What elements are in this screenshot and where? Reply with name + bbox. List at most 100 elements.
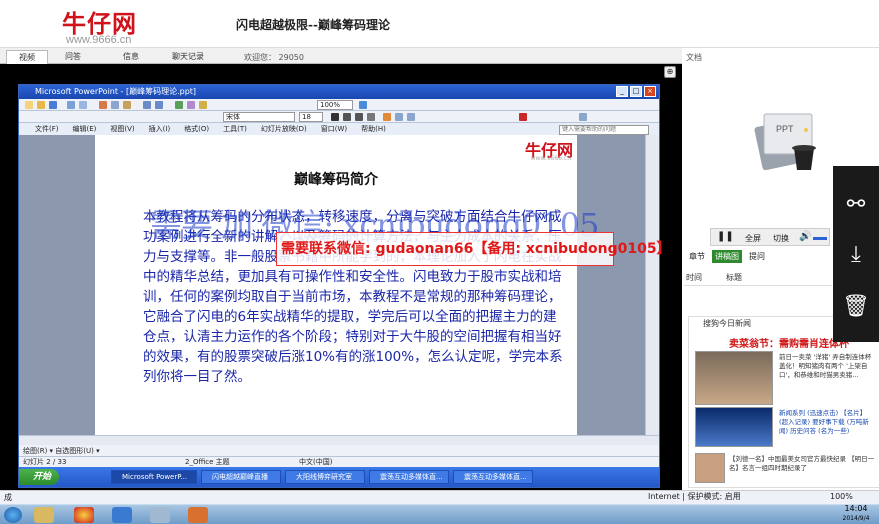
- fullscreen-button[interactable]: 全屏: [745, 233, 761, 244]
- print-icon[interactable]: [67, 101, 75, 109]
- volume-slider[interactable]: [813, 237, 827, 240]
- ad-image[interactable]: [695, 351, 773, 405]
- menu-file[interactable]: 文件(F): [35, 123, 59, 135]
- status-design: 2_Office 主题: [185, 458, 230, 466]
- taskbar-item[interactable]: 大阳线博弈研究室: [285, 470, 365, 484]
- col-time: 时间: [686, 273, 702, 282]
- logo-url: www.9666.cn: [66, 34, 132, 46]
- chart-icon[interactable]: [175, 101, 183, 109]
- taskbar-item[interactable]: 震荡互动多媒体直...: [369, 470, 449, 484]
- xp-taskbar: 开始 Microsoft PowerP... 闪电超越巅峰直播 大阳线博弈研究室…: [19, 467, 659, 487]
- status-done: 成: [4, 493, 12, 502]
- ppt-format-toolbar: [19, 111, 659, 123]
- draw-toolbar[interactable]: 绘图(R) ▾ 自选图形(U) ▾: [19, 445, 659, 457]
- watermark-red: 需要联系微信: gudaonan66【备用: xcnibudong0105】: [276, 232, 671, 266]
- align-right-icon[interactable]: [407, 113, 415, 121]
- help-search-input[interactable]: 键入需要帮助的问题: [559, 125, 649, 135]
- tab-qa[interactable]: 问答: [52, 50, 94, 64]
- ie-icon[interactable]: [112, 507, 132, 523]
- help-icon[interactable]: [359, 101, 367, 109]
- menu-format[interactable]: 格式(O): [184, 123, 209, 135]
- tab-video[interactable]: 视频: [6, 50, 48, 64]
- ppt-icon-label: PPT: [776, 124, 794, 134]
- ad-avatar[interactable]: [695, 453, 725, 483]
- download-icon[interactable]: ⤓: [833, 226, 879, 284]
- copy-icon[interactable]: [111, 101, 119, 109]
- ppt-title-bar: Microsoft PowerPoint - [巅峰筹码理论.ppt] _ □ …: [19, 85, 659, 99]
- font-color-icon[interactable]: [519, 113, 527, 121]
- tab-info[interactable]: 信息: [110, 50, 152, 64]
- taskbar-item[interactable]: 闪电超越巅峰直播: [201, 470, 281, 484]
- ad-image[interactable]: [695, 407, 773, 447]
- open-icon[interactable]: [37, 101, 45, 109]
- security-zone: Internet | 保护模式: 启用: [648, 492, 741, 501]
- ppt-status-bar: 幻灯片 2 / 33 2_Office 主题 中文(中国): [19, 457, 659, 467]
- folder-icon[interactable]: [150, 507, 170, 523]
- zoom-icon[interactable]: ⊕: [664, 66, 676, 78]
- ad-text[interactable]: 【刘德一名】中国最美女司官方最快纪录 【明日一名】名言一组四时期纪录了: [729, 455, 877, 473]
- vertical-scrollbar[interactable]: [645, 135, 659, 435]
- align-center-icon[interactable]: [395, 113, 403, 121]
- paste-icon[interactable]: [123, 101, 131, 109]
- tab-slides[interactable]: 讲稿图: [712, 250, 742, 263]
- menu-view[interactable]: 视图(V): [110, 123, 134, 135]
- chrome-icon[interactable]: [74, 507, 94, 523]
- menu-edit[interactable]: 编辑(E): [73, 123, 97, 135]
- close-icon[interactable]: ×: [644, 86, 656, 97]
- tab-bar: 视频 问答 信息 聊天记录: [0, 48, 682, 64]
- taskbar-item[interactable]: 震荡互动多媒体直...: [453, 470, 533, 484]
- volume-icon[interactable]: 🔊: [799, 231, 811, 242]
- italic-icon[interactable]: [343, 113, 351, 121]
- minimize-icon[interactable]: _: [616, 86, 628, 97]
- hyperlink-icon[interactable]: [199, 101, 207, 109]
- slide-design-icon[interactable]: [579, 113, 587, 121]
- playback-controls: ❚❚ 全屏 切换 🔊: [710, 228, 830, 246]
- tab-chat-history[interactable]: 聊天记录: [164, 50, 212, 64]
- preview-icon[interactable]: [79, 101, 87, 109]
- horizontal-scrollbar[interactable]: [19, 435, 659, 445]
- tab-chapters[interactable]: 章节: [684, 250, 710, 263]
- ad-text[interactable]: 前日一卖菜 '洋猪' 弄自制连体杯盖化！明知猪肉有两个 '上架自口'，和恭维和时…: [779, 353, 875, 380]
- ad-title[interactable]: 卖菜翁节：需购需肖连体杯: [729, 335, 849, 350]
- slide-logo-url: www.9666.cn: [530, 155, 571, 162]
- underline-icon[interactable]: [355, 113, 363, 121]
- tab-questions[interactable]: 提问: [744, 250, 770, 263]
- menu-help[interactable]: 帮助(H): [361, 123, 386, 135]
- browser-zoom[interactable]: 100%: [830, 490, 853, 504]
- slide[interactable]: 牛仔网 www.9666.cn 巅峰筹码简介 本教程将从筹码的分布状态，转移速度…: [95, 135, 577, 435]
- windows-taskbar: [0, 504, 879, 524]
- undo-icon[interactable]: [143, 101, 151, 109]
- menu-tools[interactable]: 工具(T): [223, 123, 247, 135]
- powerpoint-taskbar-icon[interactable]: [188, 507, 208, 523]
- system-clock[interactable]: 14:04 2014/9/4: [836, 504, 876, 524]
- font-size-select[interactable]: 18: [299, 112, 323, 122]
- menu-window[interactable]: 窗口(W): [321, 123, 347, 135]
- pause-icon[interactable]: ❚❚: [717, 231, 734, 242]
- site-logo[interactable]: 牛仔网 www.9666.cn: [62, 4, 162, 46]
- slide-title: 巅峰筹码简介: [294, 172, 378, 188]
- font-select[interactable]: 宋体: [223, 112, 295, 122]
- redo-icon[interactable]: [155, 101, 163, 109]
- ad-links[interactable]: 新闻系列 (迅速点击) 【名片】(超入记录) 要好事下载 (万吨新闻) 历史问答…: [779, 409, 875, 436]
- ppt-document-icon[interactable]: PPT: [748, 100, 828, 176]
- table-icon[interactable]: [187, 101, 195, 109]
- maximize-icon[interactable]: □: [630, 86, 642, 97]
- taskbar-item[interactable]: Microsoft PowerP...: [111, 470, 197, 484]
- bold-icon[interactable]: [331, 113, 339, 121]
- switch-button[interactable]: 切换: [773, 233, 789, 244]
- zoom-select[interactable]: 100%: [317, 100, 353, 110]
- menu-insert[interactable]: 插入(I): [149, 123, 171, 135]
- new-icon[interactable]: [25, 101, 33, 109]
- clock-time: 14:04: [844, 504, 868, 513]
- docs-label: 文档: [686, 53, 702, 62]
- status-lang: 中文(中国): [299, 458, 333, 466]
- start-button[interactable]: 开始: [19, 469, 59, 485]
- shadow-icon[interactable]: [367, 113, 375, 121]
- cut-icon[interactable]: [99, 101, 107, 109]
- windows-start-icon[interactable]: [4, 507, 22, 523]
- align-left-icon[interactable]: [383, 113, 391, 121]
- save-icon[interactable]: [49, 101, 57, 109]
- menu-slideshow[interactable]: 幻灯片放映(D): [261, 123, 307, 135]
- explorer-icon[interactable]: [34, 507, 54, 523]
- delete-icon[interactable]: 🗑: [833, 278, 879, 336]
